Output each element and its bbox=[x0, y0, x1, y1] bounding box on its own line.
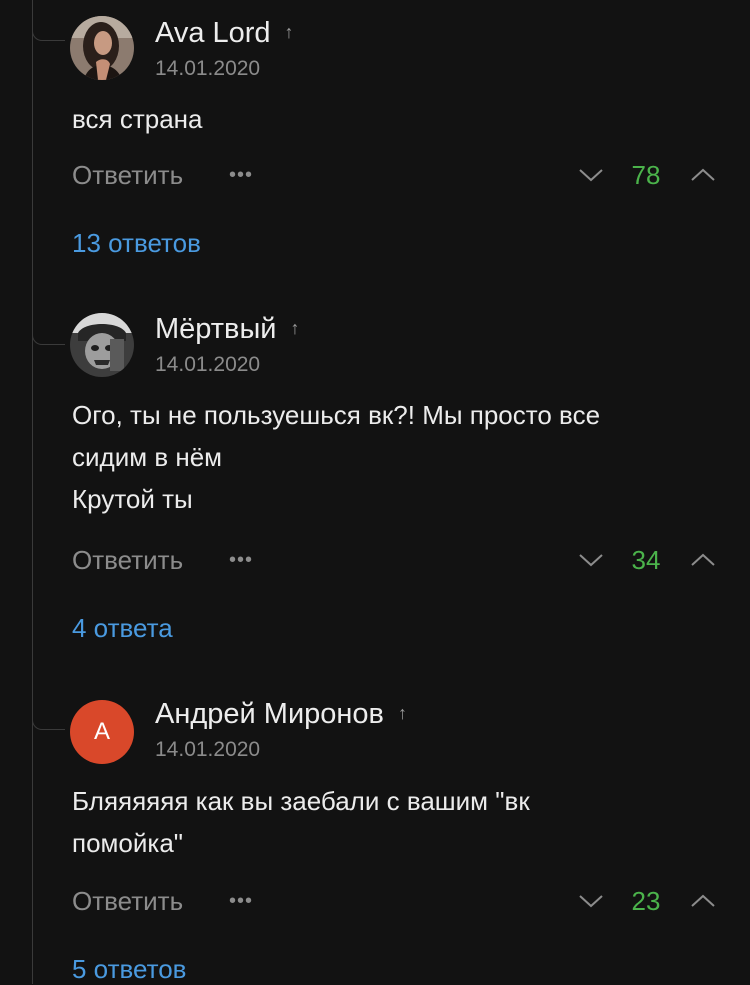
thread-branch bbox=[32, 717, 65, 730]
vote-score: 78 bbox=[631, 160, 661, 190]
chevron-up-icon[interactable] bbox=[690, 893, 716, 909]
comment-text-line: Бляяяяяя как вы заебали с вашим "вк bbox=[72, 786, 530, 816]
chevron-up-icon[interactable] bbox=[690, 167, 716, 183]
comment-text-line: Крутой ты bbox=[72, 484, 193, 514]
chevron-down-icon[interactable] bbox=[578, 893, 604, 909]
comment-text-line: сидим в нём bbox=[72, 442, 223, 472]
more-options-icon[interactable]: ••• bbox=[229, 164, 253, 187]
comment-date: 14.01.2020 bbox=[155, 738, 261, 761]
more-options-icon[interactable]: ••• bbox=[229, 890, 253, 913]
reply-button[interactable]: Ответить bbox=[72, 545, 183, 576]
comment-text: Ого, ты не пользуешься вк?! Мы просто вс… bbox=[72, 394, 722, 520]
comment-text-line: вся страна bbox=[72, 104, 203, 134]
arrow-up-icon: ↑ bbox=[284, 22, 294, 42]
vote-score: 23 bbox=[631, 886, 661, 916]
author-name-text: Мёртвый bbox=[155, 313, 277, 345]
author-name-text: Ava Lord bbox=[155, 17, 271, 49]
comment-text-line: Ого, ты не пользуешься вк?! Мы просто вс… bbox=[72, 400, 601, 430]
chevron-down-icon[interactable] bbox=[578, 552, 604, 568]
woman-photo-avatar-icon bbox=[70, 16, 134, 80]
show-replies-link[interactable]: 5 ответов bbox=[72, 954, 187, 985]
author-name[interactable]: Мёртвый ↑ bbox=[155, 313, 300, 346]
comment-date: 14.01.2020 bbox=[155, 57, 261, 80]
chevron-down-icon[interactable] bbox=[578, 167, 604, 183]
chevron-up-icon[interactable] bbox=[690, 552, 716, 568]
thread-branch bbox=[32, 28, 65, 41]
more-options-icon[interactable]: ••• bbox=[229, 549, 253, 572]
avatar[interactable] bbox=[70, 313, 134, 377]
avatar[interactable] bbox=[70, 16, 134, 80]
arrow-up-icon: ↑ bbox=[290, 318, 300, 338]
thread-branch bbox=[32, 332, 65, 345]
comment-text: вся страна bbox=[72, 98, 722, 140]
avatar[interactable]: А bbox=[70, 700, 134, 764]
author-name[interactable]: Андрей Миронов ↑ bbox=[155, 698, 407, 731]
comment-date: 14.01.2020 bbox=[155, 353, 261, 376]
author-name[interactable]: Ava Lord ↑ bbox=[155, 17, 294, 50]
thread-line bbox=[32, 0, 33, 984]
reply-button[interactable]: Ответить bbox=[72, 160, 183, 191]
reply-button[interactable]: Ответить bbox=[72, 886, 183, 917]
avatar-letter: А bbox=[93, 718, 110, 745]
show-replies-link[interactable]: 13 ответов bbox=[72, 228, 201, 259]
arrow-up-icon: ↑ bbox=[397, 703, 407, 723]
comment-text-line: помойка" bbox=[72, 828, 184, 858]
vote-score: 34 bbox=[631, 545, 661, 575]
author-name-text: Андрей Миронов bbox=[155, 698, 384, 730]
show-replies-link[interactable]: 4 ответа bbox=[72, 613, 173, 644]
comment-text: Бляяяяяя как вы заебали с вашим "вк помо… bbox=[72, 780, 722, 864]
zombie-photo-avatar-icon bbox=[70, 313, 134, 377]
